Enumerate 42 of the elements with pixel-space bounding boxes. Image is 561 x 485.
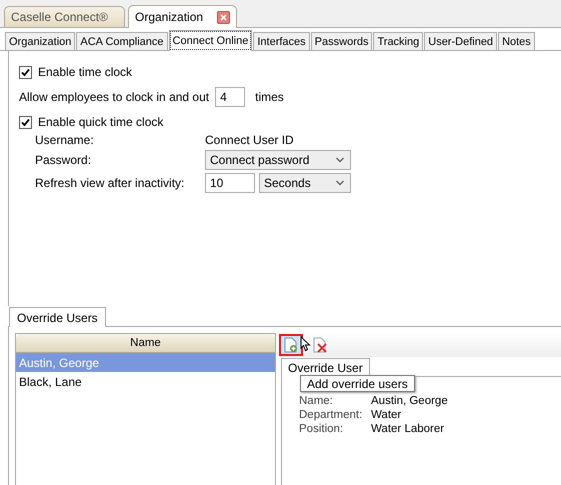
add-document-icon: [284, 337, 298, 353]
unit-dropdown[interactable]: Seconds: [259, 173, 351, 193]
field-suffix: times: [255, 90, 284, 104]
tab[interactable]: Passwords: [310, 32, 372, 50]
field-label: Allow employees to clock in and out: [19, 90, 210, 104]
document-tab[interactable]: Organization: [128, 5, 238, 28]
document-tab[interactable]: Caselle Connect®: [4, 6, 125, 27]
field-value: Connect User ID: [205, 133, 295, 147]
field-label: Password:: [35, 153, 92, 167]
tab[interactable]: ACA Compliance: [76, 32, 168, 50]
detail-tab[interactable]: Override User: [281, 358, 370, 377]
detail-value: Water: [371, 409, 402, 421]
tab[interactable]: Notes: [498, 32, 535, 50]
checkbox[interactable]: [19, 66, 32, 78]
column-header[interactable]: Name: [16, 334, 275, 353]
detail-value: Austin, George: [371, 395, 449, 407]
dropdown-caret-icon: [336, 180, 344, 186]
section-tab[interactable]: Override Users: [9, 307, 106, 327]
detail-label: Department:: [299, 409, 364, 421]
list-item[interactable]: Black, Lane: [16, 372, 275, 391]
detail-value: Water Laborer: [371, 423, 446, 435]
detail-label: Name:: [299, 395, 334, 407]
number-field[interactable]: 10: [205, 173, 255, 193]
tab[interactable]: Organization: [5, 32, 76, 50]
field-label: Username:: [35, 133, 95, 147]
field-label: Refresh view after inactivity:: [35, 176, 186, 190]
tab[interactable]: User-Defined: [424, 32, 498, 50]
tab[interactable]: Tracking: [373, 32, 424, 50]
tooltip: Add override users: [300, 375, 415, 392]
pointer-cursor-icon: [300, 336, 311, 352]
checkbox[interactable]: [19, 116, 32, 128]
add-button[interactable]: [279, 334, 303, 356]
number-field[interactable]: 4: [215, 87, 246, 107]
tab[interactable]: Connect Online: [168, 30, 252, 51]
checkbox-label: Enable time clock: [38, 65, 132, 79]
tab[interactable]: Interfaces: [253, 32, 310, 50]
password-dropdown[interactable]: Connect password: [205, 150, 351, 170]
delete-document-icon: [312, 337, 328, 353]
dropdown-caret-icon: [336, 157, 344, 163]
detail-label: Position:: [299, 423, 344, 435]
close-icon[interactable]: [217, 10, 230, 24]
checkbox-label: Enable quick time clock: [38, 115, 164, 129]
